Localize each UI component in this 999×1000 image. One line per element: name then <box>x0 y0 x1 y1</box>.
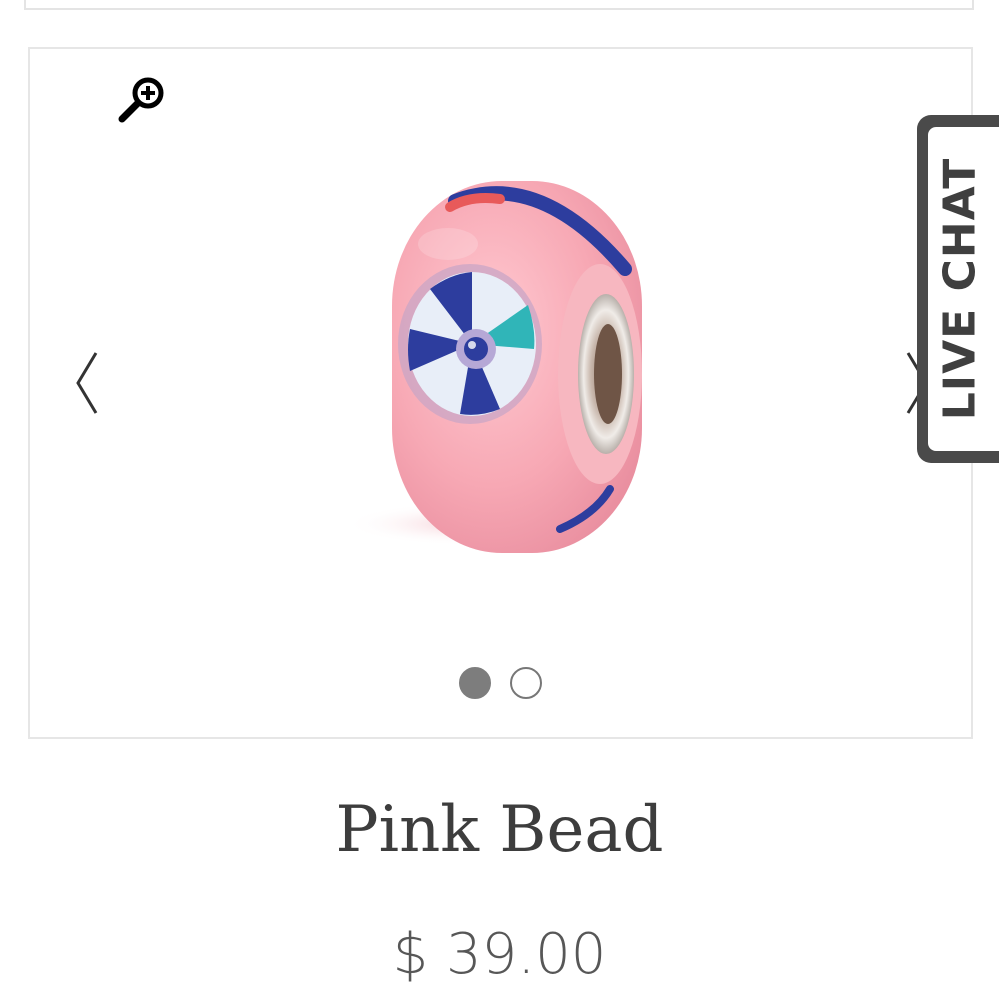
live-chat-panel: LIVE CHAT <box>928 127 999 451</box>
zoom-in-icon[interactable] <box>118 75 166 123</box>
carousel-dot-1[interactable] <box>459 667 491 699</box>
carousel-indicators <box>30 667 971 699</box>
product-title: Pink Bead <box>335 793 664 867</box>
carousel-dot-2[interactable] <box>510 667 542 699</box>
bead-image <box>345 181 642 553</box>
live-chat-label: LIVE CHAT <box>934 157 986 421</box>
product-page: LIVE CHAT Pink Bead $ 39.00 <box>0 0 999 1000</box>
previous-image-button[interactable] <box>70 349 104 419</box>
product-price: $ 39.00 <box>392 922 607 987</box>
previous-section-card <box>24 0 974 10</box>
live-chat-tab[interactable]: LIVE CHAT <box>917 115 999 463</box>
product-image-gallery[interactable] <box>28 47 973 739</box>
chevron-left-icon <box>76 352 98 414</box>
product-image[interactable] <box>310 109 670 579</box>
